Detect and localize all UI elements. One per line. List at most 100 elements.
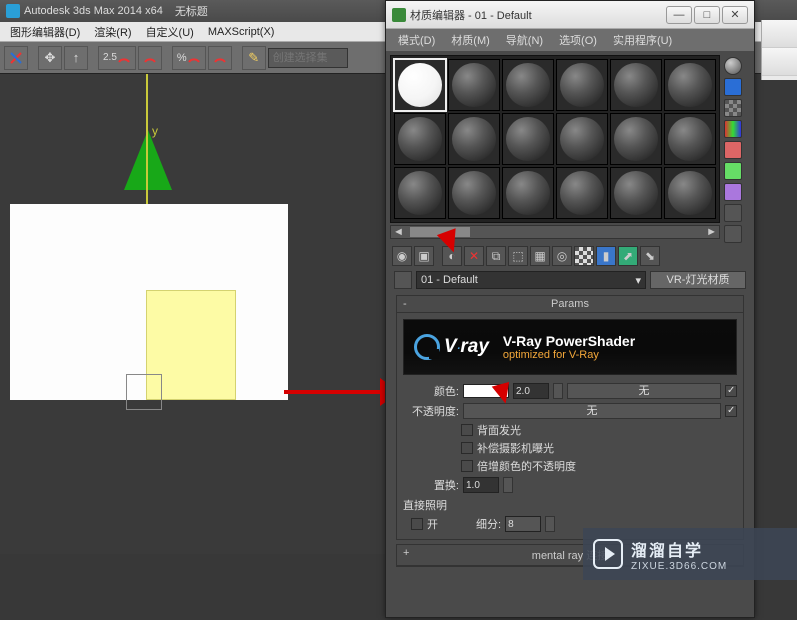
snap-toggle-icon[interactable] — [138, 46, 162, 70]
sample-slot-5[interactable] — [610, 59, 662, 111]
y-axis-label: y — [152, 124, 158, 138]
color-map-button[interactable]: 无 — [567, 383, 721, 399]
me-menu-mode[interactable]: 模式(D) — [390, 30, 443, 50]
sample-slot-6[interactable] — [664, 59, 716, 111]
put-to-lib-icon[interactable]: ▦ — [530, 246, 550, 266]
named-selection-input[interactable] — [268, 48, 348, 68]
sample-slot-11[interactable] — [610, 113, 662, 165]
opacity-map-enable-checkbox[interactable] — [725, 405, 737, 417]
viewport[interactable]: y — [0, 74, 400, 554]
options-icon[interactable] — [724, 183, 742, 201]
go-parent-icon[interactable]: ⬈ — [618, 246, 638, 266]
sample-slot-9[interactable] — [502, 113, 554, 165]
menu-render[interactable]: 渲染(R) — [88, 22, 137, 42]
sample-slot-14[interactable] — [448, 167, 500, 219]
put-to-scene-icon[interactable]: ▣ — [414, 246, 434, 266]
direct-lighting-group-label: 直接照明 — [403, 495, 737, 515]
dropdown-icon[interactable]: ▾ — [635, 274, 641, 287]
collapse-icon[interactable]: - — [403, 298, 407, 310]
close-button[interactable]: ✕ — [722, 6, 748, 24]
sample-slot-1[interactable] — [394, 59, 446, 111]
move-tool-icon[interactable]: ✥ — [38, 46, 62, 70]
sample-slot-13[interactable] — [394, 167, 446, 219]
axis-up-icon[interactable]: ↑ — [64, 46, 88, 70]
spinner-buttons[interactable] — [503, 477, 513, 493]
material-editor-titlebar[interactable]: 材质编辑器 - 01 - Default — □ ✕ — [386, 1, 754, 29]
edit-named-sel-icon[interactable]: ✎ — [242, 46, 266, 70]
snap-icon[interactable] — [208, 46, 232, 70]
make-preview-icon[interactable] — [724, 162, 742, 180]
displace-label: 置换: — [403, 477, 459, 493]
show-map-icon[interactable] — [574, 246, 594, 266]
menu-graph-editors[interactable]: 图形编辑器(D) — [4, 22, 86, 42]
compensate-checkbox[interactable] — [461, 442, 473, 454]
select-by-mat-icon[interactable] — [724, 204, 742, 222]
sample-slot-4[interactable] — [556, 59, 608, 111]
multiply-checkbox[interactable] — [461, 460, 473, 472]
me-menu-material[interactable]: 材质(M) — [443, 30, 498, 50]
sample-slot-18[interactable] — [664, 167, 716, 219]
sample-slot-3[interactable] — [502, 59, 554, 111]
sample-slot-16[interactable] — [556, 167, 608, 219]
make-unique-icon[interactable]: ⬚ — [508, 246, 528, 266]
sample-slot-8[interactable] — [448, 113, 500, 165]
menu-customize[interactable]: 自定义(U) — [140, 22, 200, 42]
win-min-button[interactable] — [762, 20, 797, 48]
me-menu-utilities[interactable]: 实用程序(U) — [605, 30, 680, 50]
material-type-button[interactable]: VR-灯光材质 — [650, 271, 746, 289]
reset-icon[interactable]: ✕ — [464, 246, 484, 266]
sample-slot-10[interactable] — [556, 113, 608, 165]
matlib-icon[interactable] — [724, 225, 742, 243]
direct-on-checkbox[interactable] — [411, 518, 423, 530]
win-max-button[interactable] — [762, 48, 797, 76]
me-menu-options[interactable]: 选项(O) — [551, 30, 605, 50]
mat-id-icon[interactable]: ◎ — [552, 246, 572, 266]
opacity-map-button[interactable]: 无 — [463, 403, 721, 419]
percent-snap-icon[interactable]: % — [172, 46, 206, 70]
show-end-result-icon[interactable]: ▮ — [596, 246, 616, 266]
app-icon — [6, 4, 20, 18]
maximize-button[interactable]: □ — [694, 6, 720, 24]
get-material-icon[interactable]: ◉ — [392, 246, 412, 266]
me-menu-navigate[interactable]: 导航(N) — [498, 30, 551, 50]
expand-icon[interactable]: + — [403, 547, 409, 559]
sample-uv-icon[interactable] — [724, 120, 742, 138]
spinner-buttons[interactable] — [553, 383, 563, 399]
material-sphere-icon — [560, 117, 604, 161]
background-icon[interactable] — [724, 99, 742, 117]
menu-maxscript[interactable]: MAXScript(X) — [202, 24, 281, 40]
backlight-icon[interactable] — [724, 78, 742, 96]
params-rollout-header[interactable]: - Params — [397, 296, 743, 313]
angle-snap-icon[interactable]: 2.5 — [98, 46, 136, 70]
material-editor-menubar[interactable]: 模式(D) 材质(M) 导航(N) 选项(O) 实用程序(U) — [386, 29, 754, 51]
link-tool-icon[interactable] — [4, 46, 28, 70]
color-value-spinner[interactable] — [513, 383, 549, 399]
eyedropper-icon[interactable] — [394, 271, 412, 289]
subdiv-spinner[interactable] — [505, 516, 541, 532]
make-copy-icon[interactable]: ⧉ — [486, 246, 506, 266]
minimize-icon: — — [674, 9, 685, 21]
video-check-icon[interactable] — [724, 141, 742, 159]
sample-slot-2[interactable] — [448, 59, 500, 111]
go-sibling-icon[interactable]: ⬊ — [640, 246, 660, 266]
displace-row: 置换: — [403, 475, 737, 495]
material-sphere-icon — [398, 171, 442, 215]
direct-on-label: 开 — [427, 516, 438, 532]
sample-slot-15[interactable] — [502, 167, 554, 219]
backlight-checkbox[interactable] — [461, 424, 473, 436]
params-rollout: - Params V·ray V-Ray PowerShader optimiz… — [396, 295, 744, 540]
color-map-enable-checkbox[interactable] — [725, 385, 737, 397]
sample-slot-17[interactable] — [610, 167, 662, 219]
sample-type-icon[interactable] — [724, 57, 742, 75]
material-editor-title: 材质编辑器 - 01 - Default — [410, 7, 532, 23]
scroll-left-icon[interactable]: ◄ — [391, 226, 406, 238]
spinner-buttons[interactable] — [545, 516, 555, 532]
displace-spinner[interactable] — [463, 477, 499, 493]
sample-slot-7[interactable] — [394, 113, 446, 165]
selection-handle[interactable] — [126, 374, 162, 410]
material-name-text: 01 - Default — [421, 274, 478, 286]
sample-slot-12[interactable] — [664, 113, 716, 165]
scroll-right-icon[interactable]: ► — [704, 226, 719, 238]
minimize-button[interactable]: — — [666, 6, 692, 24]
material-name-input[interactable]: 01 - Default ▾ — [416, 271, 646, 289]
